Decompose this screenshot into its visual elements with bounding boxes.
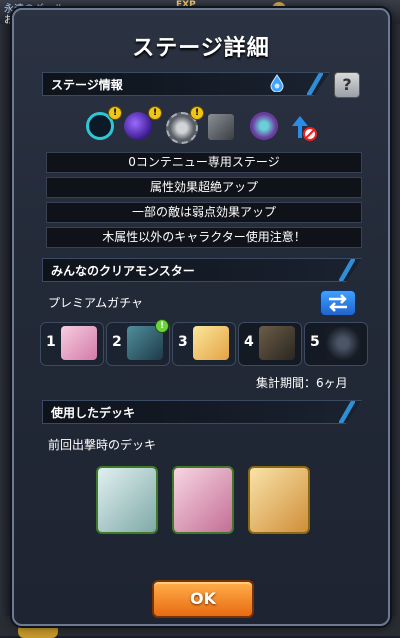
new-badge-icon: ! xyxy=(155,319,169,333)
stage-info-header-label: ステージ情報 xyxy=(51,78,123,92)
stage-note-row: 木属性以外のキャラクター使用注意！ xyxy=(46,227,362,248)
header-slash-decoration xyxy=(307,73,323,95)
gimmick-warning-icon: ! xyxy=(148,106,162,120)
clear-rank-slot-5[interactable]: 5 xyxy=(304,322,368,366)
monster-thumbnail xyxy=(61,326,97,360)
monster-thumbnail xyxy=(193,326,229,360)
rank-number: 1 xyxy=(46,334,56,350)
deck-character-3[interactable] xyxy=(248,466,310,534)
header-slash-decoration xyxy=(339,401,355,423)
stage-info-header: ステージ情報 xyxy=(42,72,330,96)
deck-character-1[interactable] xyxy=(96,466,158,534)
stage-note-row: 属性効果超絶アップ xyxy=(46,177,362,198)
rank-number: 4 xyxy=(244,334,254,350)
previous-deck-label: 前回出撃時のデッキ xyxy=(48,438,157,452)
stage-detail-dialog: ステージ詳細 ステージ情報 ? ! ! ! 0コンテニュー専用ステージ 属性効果… xyxy=(12,8,390,626)
clear-monsters-header: みんなのクリアモンスター xyxy=(42,258,362,282)
block-icon xyxy=(208,114,234,140)
header-slash-decoration xyxy=(339,259,355,281)
stage-note-row: 一部の敵は弱点効果アップ xyxy=(46,202,362,223)
minion-icon xyxy=(250,112,278,140)
clear-rank-slot-2[interactable]: 2 ! xyxy=(106,319,170,366)
gimmick-warning-icon: ! xyxy=(190,106,204,120)
clear-rank-slot-4[interactable]: 4 xyxy=(238,322,302,366)
rank-number: 2 xyxy=(112,334,122,350)
monster-thumbnail xyxy=(325,326,361,360)
dialog-title: ステージ詳細 xyxy=(132,36,270,61)
monster-thumbnail xyxy=(259,326,295,360)
no-speed-up-icon xyxy=(292,116,317,141)
ok-button[interactable]: OK xyxy=(152,580,254,618)
stage-note-row: 0コンテニュー専用ステージ xyxy=(46,152,362,173)
clear-rank-slot-1[interactable]: 1 xyxy=(40,322,104,366)
gimmick-warning-icon: ! xyxy=(108,106,122,120)
rank-number: 5 xyxy=(310,334,320,350)
clear-monsters-header-label: みんなのクリアモンスター xyxy=(51,264,195,278)
gacha-label: プレミアムガチャ xyxy=(48,296,144,310)
aggregation-period: 集計期間：6ヶ月 xyxy=(256,376,348,390)
rank-number: 3 xyxy=(178,334,188,350)
water-drop-icon xyxy=(270,74,284,92)
swap-arrows-icon[interactable] xyxy=(320,290,356,316)
clear-rank-slot-3[interactable]: 3 xyxy=(172,322,236,366)
deck-header-label: 使用したデッキ xyxy=(51,406,136,420)
help-button[interactable]: ? xyxy=(334,72,360,98)
deck-header: 使用したデッキ xyxy=(42,400,362,424)
deck-character-2[interactable] xyxy=(172,466,234,534)
